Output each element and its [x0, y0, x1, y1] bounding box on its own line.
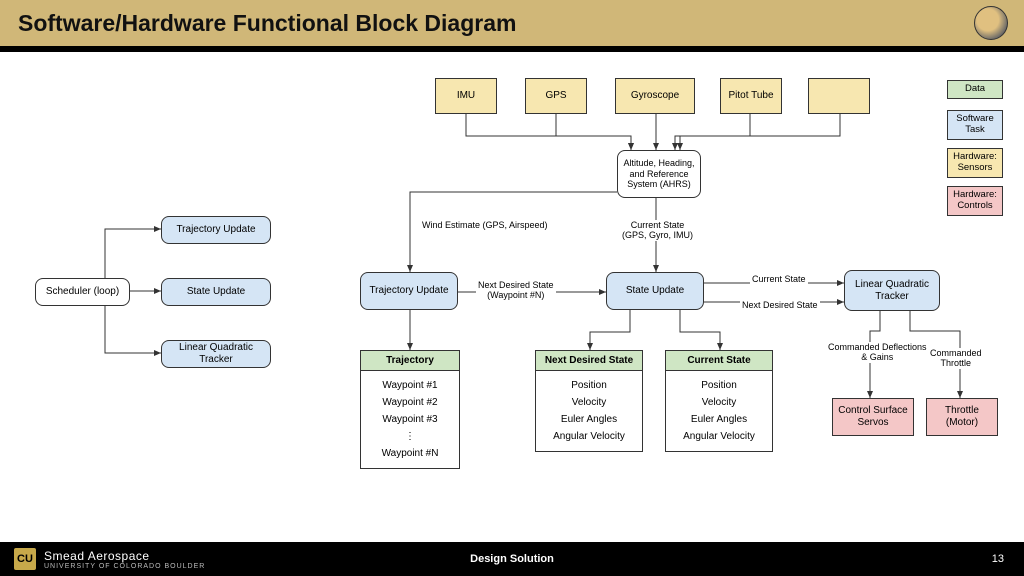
footer-center: Design Solution	[470, 553, 554, 565]
footer-page: 13	[992, 553, 1004, 565]
sensor-imu: IMU	[435, 78, 497, 114]
page-title: Software/Hardware Functional Block Diagr…	[18, 10, 516, 37]
scheduler-loop: Scheduler (loop)	[35, 278, 130, 306]
table-trajectory-header: Trajectory	[361, 351, 459, 371]
table-current-state: Current State Position Velocity Euler An…	[665, 350, 773, 452]
traj-row: Waypoint #N	[365, 445, 455, 462]
legend-controls: Hardware: Controls	[947, 186, 1003, 216]
diagram-canvas: Data Software Task Hardware: Sensors Har…	[0, 52, 1024, 542]
traj-row: Waypoint #3	[365, 411, 455, 428]
nds-row: Position	[540, 377, 638, 394]
nds-row: Euler Angles	[540, 411, 638, 428]
edge-cmd-defl: Commanded Deflections & Gains	[826, 342, 929, 363]
table-trajectory: Trajectory Waypoint #1 Waypoint #2 Waypo…	[360, 350, 460, 469]
table-next-desired: Next Desired State Position Velocity Eul…	[535, 350, 643, 452]
traj-row: Waypoint #2	[365, 394, 455, 411]
sensor-gps: GPS	[525, 78, 587, 114]
main-traj-update: Trajectory Update	[360, 272, 458, 310]
footer-brand-sub: UNIVERSITY OF COLORADO BOULDER	[44, 563, 205, 570]
control-throttle: Throttle (Motor)	[926, 398, 998, 436]
scheduler-lqt: Linear Quadratic Tracker	[161, 340, 271, 368]
logo-icon	[974, 6, 1008, 40]
control-servos: Control Surface Servos	[832, 398, 914, 436]
footer: CU Smead Aerospace UNIVERSITY OF COLORAD…	[0, 542, 1024, 576]
nds-row: Velocity	[540, 394, 638, 411]
edge-cur-state2: Current State	[750, 274, 808, 284]
cs-row: Angular Velocity	[670, 428, 768, 445]
sensor-gyro: Gyroscope	[615, 78, 695, 114]
traj-row: ⋮	[365, 428, 455, 445]
ahrs-block: Altitude, Heading, and Reference System …	[617, 150, 701, 198]
cs-row: Position	[670, 377, 768, 394]
footer-brand: Smead Aerospace	[44, 549, 205, 563]
edge-wind: Wind Estimate (GPS, Airspeed)	[420, 220, 550, 230]
main-state-update: State Update	[606, 272, 704, 310]
sensor-extra	[808, 78, 870, 114]
edge-next-wp: Next Desired State (Waypoint #N)	[476, 280, 556, 301]
nds-row: Angular Velocity	[540, 428, 638, 445]
sensor-pitot: Pitot Tube	[720, 78, 782, 114]
table-next-desired-header: Next Desired State	[536, 351, 642, 371]
edge-cmd-throttle: Commanded Throttle	[928, 348, 984, 369]
traj-row: Waypoint #1	[365, 377, 455, 394]
legend-software: Software Task	[947, 110, 1003, 140]
cu-logo-icon: CU	[14, 548, 36, 570]
legend-sensors: Hardware: Sensors	[947, 148, 1003, 178]
table-current-state-header: Current State	[666, 351, 772, 371]
legend-data: Data	[947, 80, 1003, 99]
edge-next-desired: Next Desired State	[740, 300, 820, 310]
cs-row: Velocity	[670, 394, 768, 411]
scheduler-state: State Update	[161, 278, 271, 306]
scheduler-traj: Trajectory Update	[161, 216, 271, 244]
main-lqt: Linear Quadratic Tracker	[844, 270, 940, 311]
edge-cur-state: Current State (GPS, Gyro, IMU)	[620, 220, 695, 241]
title-bar: Software/Hardware Functional Block Diagr…	[0, 0, 1024, 46]
cs-row: Euler Angles	[670, 411, 768, 428]
